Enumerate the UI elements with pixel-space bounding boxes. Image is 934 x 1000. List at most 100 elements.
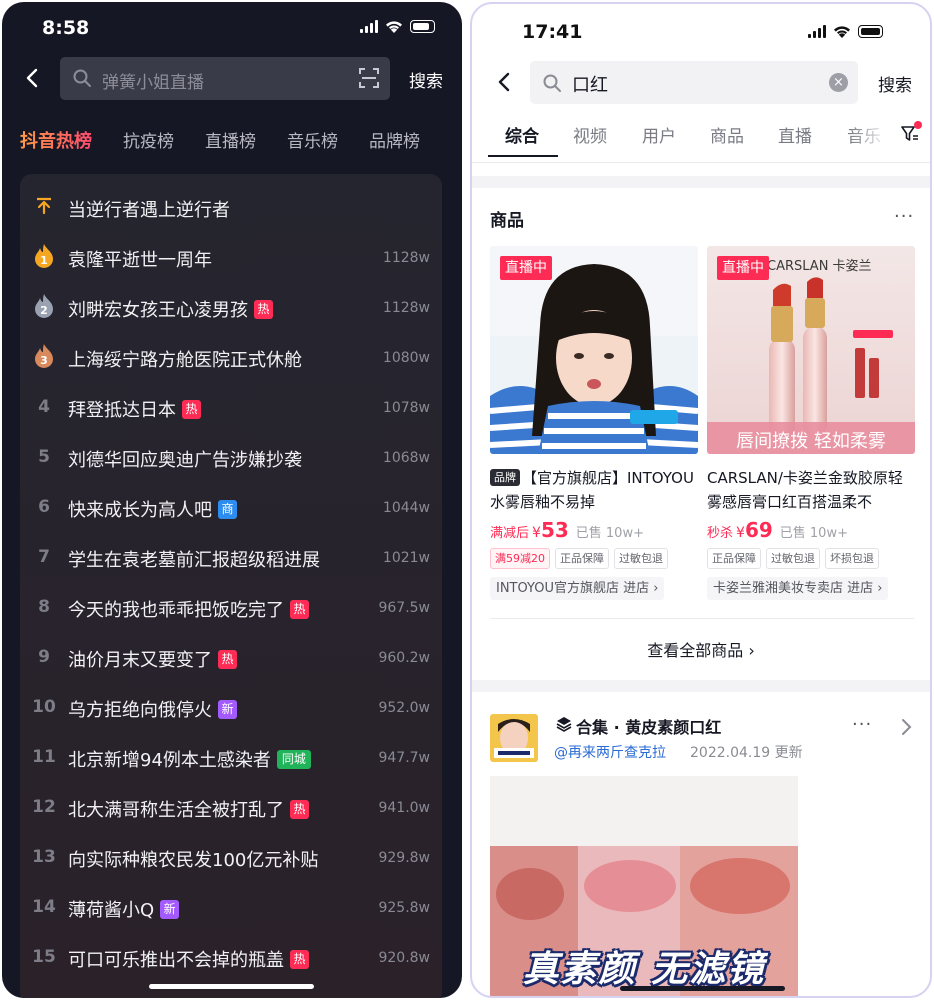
ranking-row[interactable]: 7 学生在袁老墓前汇报超级稻进展 1021w [20,533,442,583]
ranking-row[interactable]: 9 油价月末又要变了热 960.2w [20,633,442,683]
ranking-row[interactable]: 当逆行者遇上逆行者 [20,183,442,233]
product-card[interactable]: 直播中 品牌 【官方旗舰店】INTOYOU水雾唇釉不易掉 满减后 ¥ 53 已售 … [490,246,698,606]
back-arrow-icon[interactable] [22,67,44,89]
tab-brand[interactable]: 品牌榜 [369,127,420,157]
tab-products[interactable]: 商品 [710,122,744,147]
ranking-badge: 热 [218,649,237,669]
price-value: 53 [540,518,569,542]
search-input[interactable]: 口红 × [530,61,858,104]
price-row: 满减后 ¥ 53 已售 10w+ [490,518,644,542]
search-button[interactable]: 搜索 [878,71,912,96]
collection-title[interactable]: 合集 · 黄皮素颜口红 [576,714,721,738]
ranking-badge: 热 [182,399,201,419]
heat-count: 1068w [382,450,430,466]
rank-number: 13 [32,847,56,867]
ranking-row[interactable]: 5 刘德华回应奥迪广告涉嫌抄袭 1068w [20,433,442,483]
ranking-title: 拜登抵达日本热 [68,396,201,422]
chevron-right-icon[interactable] [900,718,912,736]
service-tag: 正品保障 [707,548,761,569]
result-tabs: 综合 视频 用户 商品 直播 音乐 [472,119,930,161]
ranking-row[interactable]: 15 可口可乐推出不会掉的瓶盖热 920.8w [20,933,442,983]
ranking-row[interactable]: 2 刘畊宏女孩王心凌男孩热 1128w [20,283,442,333]
collection-header[interactable]: 合集 · 黄皮素颜口红 @再来两斤查克拉 2022.04.19 更新 ··· [472,712,930,772]
heat-count: 1128w [382,300,430,316]
collection-author[interactable]: @再来两斤查克拉 [554,742,666,762]
search-input[interactable]: 弹簧小姐直播 [60,57,390,100]
ranking-title: 当逆行者遇上逆行者 [68,200,230,221]
ranking-row[interactable]: 14 薄荷酱小Q 新 925.8w [20,883,442,933]
tab-general[interactable]: 综合 [505,122,539,147]
product-image-carslan[interactable]: CARSLAN 卡姿兰 唇间撩拨 轻如柔雾 直播中 [707,246,915,454]
rank-number: 9 [38,647,50,667]
discount-tag: 满59减20 [490,548,550,569]
heat-count: 960.2w [378,650,430,666]
wifi-icon [834,26,850,38]
ranking-title: 刘畊宏女孩王心凌男孩热 [68,296,273,322]
rank-number: 7 [38,547,50,567]
service-tag: 正品保障 [555,548,609,569]
heat-count: 941.0w [378,800,430,816]
tab-anti-epidemic[interactable]: 抗疫榜 [123,127,174,157]
ranking-row[interactable]: 11 北京新增94例本土感染者 同城 947.7w [20,733,442,783]
cellular-signal-icon [808,25,826,38]
search-icon [543,74,561,92]
service-tag: 过敏包退 [766,548,820,569]
collection-more-icon[interactable]: ··· [852,714,872,735]
ranking-title: 快来成长为高人吧商 [68,496,237,522]
clear-icon[interactable]: × [829,73,848,92]
collection-update-date: 2022.04.19 更新 [690,745,803,761]
heat-count: 920.8w [378,950,430,966]
rank-number: 2 [40,304,48,317]
status-time: 8:58 [42,17,90,39]
collection-stack-icon [556,717,572,732]
brand-logo-text: CARSLAN 卡姿兰 [767,258,872,274]
tab-music[interactable]: 音乐榜 [287,127,338,157]
silver-medal-icon: 2 [26,293,62,324]
home-indicator [149,984,314,989]
tab-users[interactable]: 用户 [642,122,676,147]
ranking-row[interactable]: 1 袁隆平逝世一周年 1128w [20,233,442,283]
store-link[interactable]: 卡姿兰雅湘美妆专卖店 进店 › [707,577,889,600]
scan-icon[interactable] [358,67,380,89]
ranking-badge: 热 [290,799,309,819]
status-icons [808,25,883,38]
battery-icon [858,25,883,38]
ranking-row[interactable]: 12 北大满哥称生活全被打乱了热 941.0w [20,783,442,833]
sold-count: 已售 10w+ [575,526,644,541]
store-link[interactable]: INTOYOU官方旗舰店 进店 › [490,577,665,600]
ranking-row[interactable]: 3 上海绥宁路方舱医院正式休舱 1080w [20,333,442,383]
heat-count: 1128w [382,250,430,266]
ranking-title: 今天的我也乖乖把饭吃完了热 [68,596,309,622]
view-all-products-link[interactable]: 查看全部商品 › [472,637,930,661]
search-bar: 弹簧小姐直播 搜索 [2,55,462,103]
ranking-row[interactable]: 8 今天的我也乖乖把饭吃完了热 967.5w [20,583,442,633]
sold-count: 已售 10w+ [779,526,848,541]
ranking-badge: 热 [290,949,309,969]
heat-count: 1044w [382,500,430,516]
section-divider [472,680,930,692]
ranking-badge: 新 [160,899,180,919]
collection-video-preview[interactable]: 真素颜 无滤镜 [490,776,798,996]
product-image-intoyou[interactable]: 直播中 [490,246,698,454]
rank-number: 1 [40,254,48,267]
back-arrow-icon[interactable] [494,71,516,93]
product-card[interactable]: CARSLAN 卡姿兰 唇间撩拨 轻如柔雾 直播中 CARSLAN/卡姿兰金致胶… [707,246,915,606]
ranking-row[interactable]: 6 快来成长为高人吧商 1044w [20,483,442,533]
rank-number: 4 [38,397,50,417]
ranking-row[interactable]: 10 乌方拒绝向俄停火新 952.0w [20,683,442,733]
tab-video[interactable]: 视频 [573,122,607,147]
tab-live[interactable]: 直播榜 [205,127,256,157]
rank-number: 6 [38,497,50,517]
search-button[interactable]: 搜索 [409,67,443,92]
status-icons [360,20,435,33]
ranking-row[interactable]: 13 向实际种粮农民发100亿元补贴 929.8w [20,833,442,883]
ranking-badge: 热 [254,299,273,319]
tab-live[interactable]: 直播 [778,122,812,147]
ranking-row[interactable]: 4 拜登抵达日本热 1078w [20,383,442,433]
ranking-title: 油价月末又要变了热 [68,646,237,672]
heat-count: 967.5w [378,600,430,616]
heat-count: 1080w [382,350,430,366]
tab-douyin-hot[interactable]: 抖音热榜 [20,127,92,157]
live-badge: 直播中 [500,256,552,280]
products-more-icon[interactable]: ··· [894,206,914,227]
